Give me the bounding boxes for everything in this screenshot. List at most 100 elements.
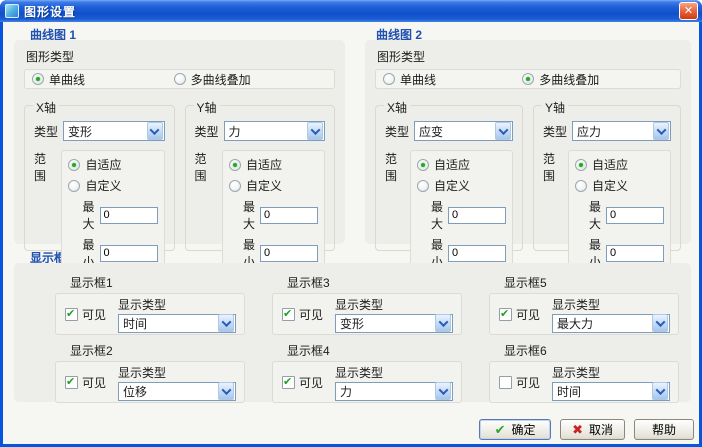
cancel-button[interactable]: ✖ 取消 — [560, 419, 625, 440]
x-axis-label: X轴 — [384, 99, 410, 116]
chart2-y-custom-radio[interactable]: 自定义 — [575, 177, 664, 194]
display-box-5-visible-checkbox[interactable]: 可见 — [499, 306, 540, 323]
chart1-panel: 图形类型 单曲线 多曲线叠加 X轴 类型 变 — [14, 40, 345, 244]
radio-icon — [174, 73, 186, 85]
display-box-3-visible-checkbox[interactable]: 可见 — [282, 306, 323, 323]
display-box-4-label: 显示框4 — [287, 342, 462, 359]
display-cell-2: 显示框2 可见 显示类型 位移 — [55, 342, 245, 403]
help-button[interactable]: 帮助 — [634, 419, 694, 440]
chart1-x-min-input[interactable] — [100, 245, 158, 262]
chart1-y-max-input[interactable] — [260, 207, 318, 224]
radio-icon — [575, 180, 587, 192]
radio-icon — [575, 159, 587, 171]
y-axis-label: Y轴 — [542, 99, 568, 116]
chevron-down-icon[interactable] — [653, 122, 669, 140]
chart2-x-axis-group: X轴 类型 应变 范围 自适应 — [375, 105, 523, 251]
max-label: 最大 — [431, 198, 443, 232]
display-box-2-type-select[interactable]: 位移 — [118, 382, 236, 401]
chevron-down-icon[interactable] — [307, 122, 323, 140]
auto-label: 自适应 — [85, 156, 121, 173]
range-label: 范围 — [34, 150, 56, 184]
chart1-multi-curve-radio[interactable]: 多曲线叠加 — [174, 71, 251, 88]
chevron-down-icon[interactable] — [218, 314, 234, 332]
footer-button-bar: ✔ 确定 ✖ 取消 帮助 — [479, 419, 694, 440]
chart1-x-type-select[interactable]: 变形 — [63, 121, 164, 141]
chart2-graph-type-strip: 单曲线 多曲线叠加 — [375, 69, 681, 89]
display-box-1-visible-checkbox[interactable]: 可见 — [65, 306, 106, 323]
display-cell-6: 显示框6 可见 显示类型 时间 — [489, 342, 679, 403]
radio-icon — [68, 159, 80, 171]
chart2-x-custom-radio[interactable]: 自定义 — [417, 177, 506, 194]
chart2-y-auto-radio[interactable]: 自适应 — [575, 156, 664, 173]
chart2-x-max-input[interactable] — [448, 207, 506, 224]
titlebar[interactable]: 图形设置 ✕ — [0, 0, 702, 22]
display-panel: 显示框1 可见 显示类型 时间 — [14, 263, 691, 402]
chart2-y-type-select[interactable]: 应力 — [572, 121, 671, 141]
display-box-4-visible-checkbox[interactable]: 可见 — [282, 374, 323, 391]
chart2-graph-type-label: 图形类型 — [377, 48, 681, 65]
chevron-down-icon[interactable] — [435, 314, 451, 332]
display-box-5-type-select[interactable]: 最大力 — [552, 314, 670, 333]
chart1-x-custom-radio[interactable]: 自定义 — [68, 177, 157, 194]
chevron-down-icon[interactable] — [652, 382, 668, 400]
visible-label: 可见 — [82, 306, 106, 323]
window-title: 图形设置 — [24, 3, 76, 20]
chart1-y-custom-radio[interactable]: 自定义 — [229, 177, 318, 194]
chart2-x-min-input[interactable] — [448, 245, 506, 262]
chart1-x-range-box: 自适应 自定义 最大 最小 — [61, 150, 164, 277]
chart1-y-type-select[interactable]: 力 — [224, 121, 325, 141]
dialog-window: 图形设置 ✕ 曲线图 1 曲线图 2 显示框 图形类型 单曲线 多曲线叠加 — [0, 0, 702, 447]
checkbox-icon — [282, 308, 295, 321]
display-box-4: 可见 显示类型 力 — [272, 361, 462, 403]
display-box-6-visible-checkbox[interactable]: 可见 — [499, 374, 540, 391]
chart2-y-min-input[interactable] — [606, 245, 664, 262]
checkbox-icon — [282, 376, 295, 389]
chart2-x-auto-radio[interactable]: 自适应 — [417, 156, 506, 173]
display-box-3-type-select[interactable]: 变形 — [335, 314, 453, 333]
visible-label: 可见 — [516, 306, 540, 323]
display-box-6: 可见 显示类型 时间 — [489, 361, 679, 403]
chart1-x-auto-radio[interactable]: 自适应 — [68, 156, 157, 173]
chevron-down-icon[interactable] — [495, 122, 511, 140]
display-type-label: 显示类型 — [335, 296, 453, 313]
checkbox-icon — [65, 308, 78, 321]
multi-curve-label: 多曲线叠加 — [191, 71, 251, 88]
type-label: 类型 — [34, 123, 58, 140]
display-type-label: 显示类型 — [335, 364, 453, 381]
ok-button[interactable]: ✔ 确定 — [479, 419, 551, 440]
chart2-multi-curve-radio[interactable]: 多曲线叠加 — [522, 71, 599, 88]
auto-label: 自适应 — [246, 156, 282, 173]
display-box-3-label: 显示框3 — [287, 274, 462, 291]
chart2-y-range-box: 自适应 自定义 最大 最小 — [568, 150, 671, 277]
radio-icon — [68, 180, 80, 192]
chevron-down-icon[interactable] — [435, 382, 451, 400]
chart2-x-range-box: 自适应 自定义 最大 最小 — [410, 150, 513, 277]
auto-label: 自适应 — [434, 156, 470, 173]
chart1-y-min-input[interactable] — [260, 245, 318, 262]
chart2-x-type-select[interactable]: 应变 — [414, 121, 513, 141]
chart1-x-max-input[interactable] — [100, 207, 158, 224]
chart1-single-curve-radio[interactable]: 单曲线 — [32, 71, 174, 88]
chevron-down-icon[interactable] — [218, 382, 234, 400]
x-axis-label: X轴 — [33, 99, 59, 116]
single-curve-label: 单曲线 — [49, 71, 85, 88]
max-label: 最大 — [82, 198, 94, 232]
radio-icon — [417, 180, 429, 192]
display-box-6-type-select[interactable]: 时间 — [552, 382, 670, 401]
chart2-y-max-input[interactable] — [606, 207, 664, 224]
close-button[interactable]: ✕ — [679, 2, 698, 20]
display-box-4-type-select[interactable]: 力 — [335, 382, 453, 401]
chevron-down-icon[interactable] — [652, 314, 668, 332]
range-label: 范围 — [543, 150, 563, 184]
display-box-2-visible-checkbox[interactable]: 可见 — [65, 374, 106, 391]
display-box-1-type-select[interactable]: 时间 — [118, 314, 236, 333]
chevron-down-icon[interactable] — [147, 122, 163, 140]
radio-icon — [522, 73, 534, 85]
visible-label: 可见 — [516, 374, 540, 391]
radio-icon — [417, 159, 429, 171]
x-icon: ✖ — [572, 423, 583, 436]
chart2-single-curve-radio[interactable]: 单曲线 — [383, 71, 522, 88]
radio-icon — [383, 73, 395, 85]
chart1-y-auto-radio[interactable]: 自适应 — [229, 156, 318, 173]
window-icon — [5, 4, 19, 18]
